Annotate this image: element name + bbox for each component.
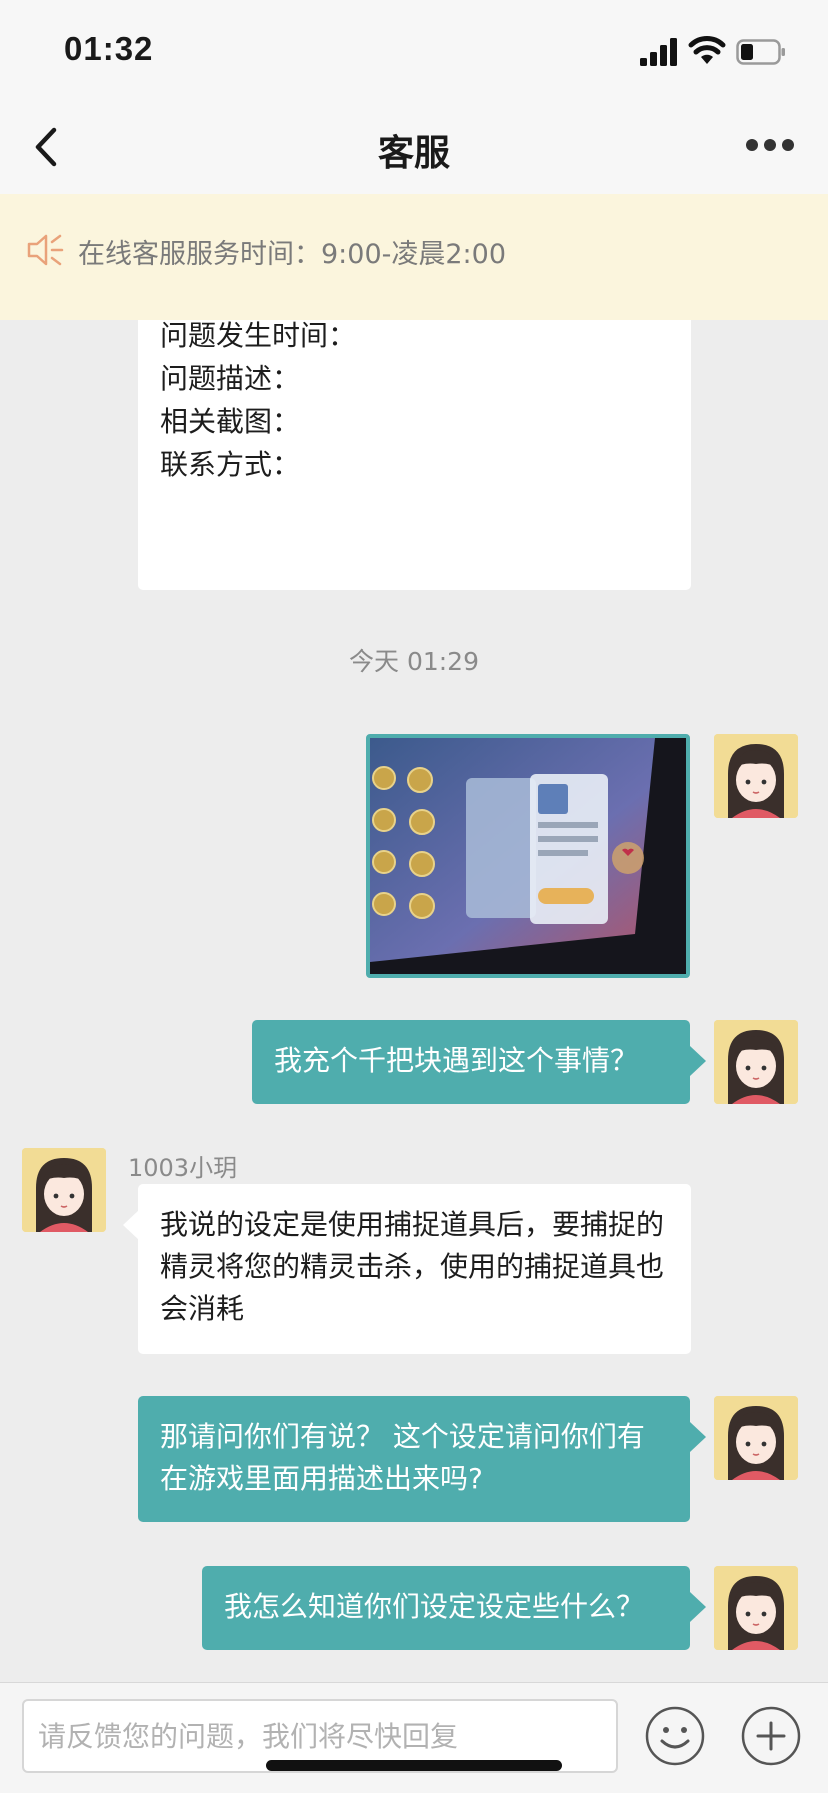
image-message[interactable] (366, 734, 690, 978)
user-avatar[interactable] (714, 1396, 798, 1480)
girl-avatar-image (714, 1566, 798, 1650)
feedback-template-message: 问题发生时间： 问题描述： 相关截图： 联系方式： (138, 320, 691, 590)
add-attachment-icon[interactable] (740, 1705, 802, 1767)
user-avatar[interactable] (714, 1020, 798, 1104)
form-line-contact: 联系方式： (160, 448, 301, 481)
status-time: 01:32 (64, 30, 154, 67)
girl-avatar-image (22, 1148, 106, 1232)
emoji-icon[interactable] (644, 1705, 706, 1767)
form-line-screenshot: 相关截图： (160, 405, 301, 438)
service-hours-text: 在线客服服务时间：9:00-凌晨2:00 (78, 239, 507, 270)
chat-message-list[interactable]: 问题发生时间： 问题描述： 相关截图： 联系方式： 今天 01:29 我充个千把… (0, 320, 828, 1682)
wifi-icon (688, 36, 726, 64)
girl-avatar-image (714, 734, 798, 818)
message-text: 我怎么知道你们设定设定些什么？ (224, 1590, 645, 1623)
agent-message-bubble[interactable]: 我说的设定是使用捕捉道具后，要捕捉的精灵将您的精灵击杀，使用的捕捉道具也会消耗 (123, 1184, 691, 1354)
agent-avatar[interactable] (22, 1148, 106, 1232)
message-text: 我充个千把块遇到这个事情？ (274, 1044, 639, 1077)
navigation-bar: 客服 (0, 100, 828, 194)
agent-name: 1003小玥 (128, 1154, 238, 1182)
message-text: 那请问你们有说？ 这个设定请问你们有在游戏里面用描述出来吗? (160, 1420, 645, 1495)
user-avatar[interactable] (714, 734, 798, 818)
game-screenshot-image (370, 738, 686, 974)
more-options-icon[interactable] (740, 130, 800, 160)
battery-icon (736, 39, 785, 65)
form-line-time: 问题发生时间： (160, 320, 357, 352)
form-line-description: 问题描述： (160, 362, 301, 395)
message-timestamp: 今天 01:29 (349, 647, 479, 676)
home-indicator[interactable] (266, 1760, 562, 1771)
message-input-bar (0, 1682, 828, 1793)
girl-avatar-image (714, 1396, 798, 1480)
user-message-bubble[interactable]: 我充个千把块遇到这个事情？ (252, 1020, 706, 1104)
speaker-icon (27, 234, 64, 266)
message-text: 我说的设定是使用捕捉道具后，要捕捉的精灵将您的精灵击杀，使用的捕捉道具也会消耗 (160, 1208, 665, 1325)
user-message-bubble[interactable]: 我怎么知道你们设定设定些什么？ (202, 1566, 706, 1650)
page-title: 客服 (377, 133, 450, 174)
user-avatar[interactable] (714, 1566, 798, 1650)
cellular-signal-icon (640, 38, 677, 66)
user-message-bubble[interactable]: 那请问你们有说？ 这个设定请问你们有在游戏里面用描述出来吗? (138, 1396, 706, 1522)
service-hours-banner: 在线客服服务时间：9:00-凌晨2:00 (0, 194, 828, 320)
status-bar: 01:32 (0, 0, 828, 100)
girl-avatar-image (714, 1020, 798, 1104)
